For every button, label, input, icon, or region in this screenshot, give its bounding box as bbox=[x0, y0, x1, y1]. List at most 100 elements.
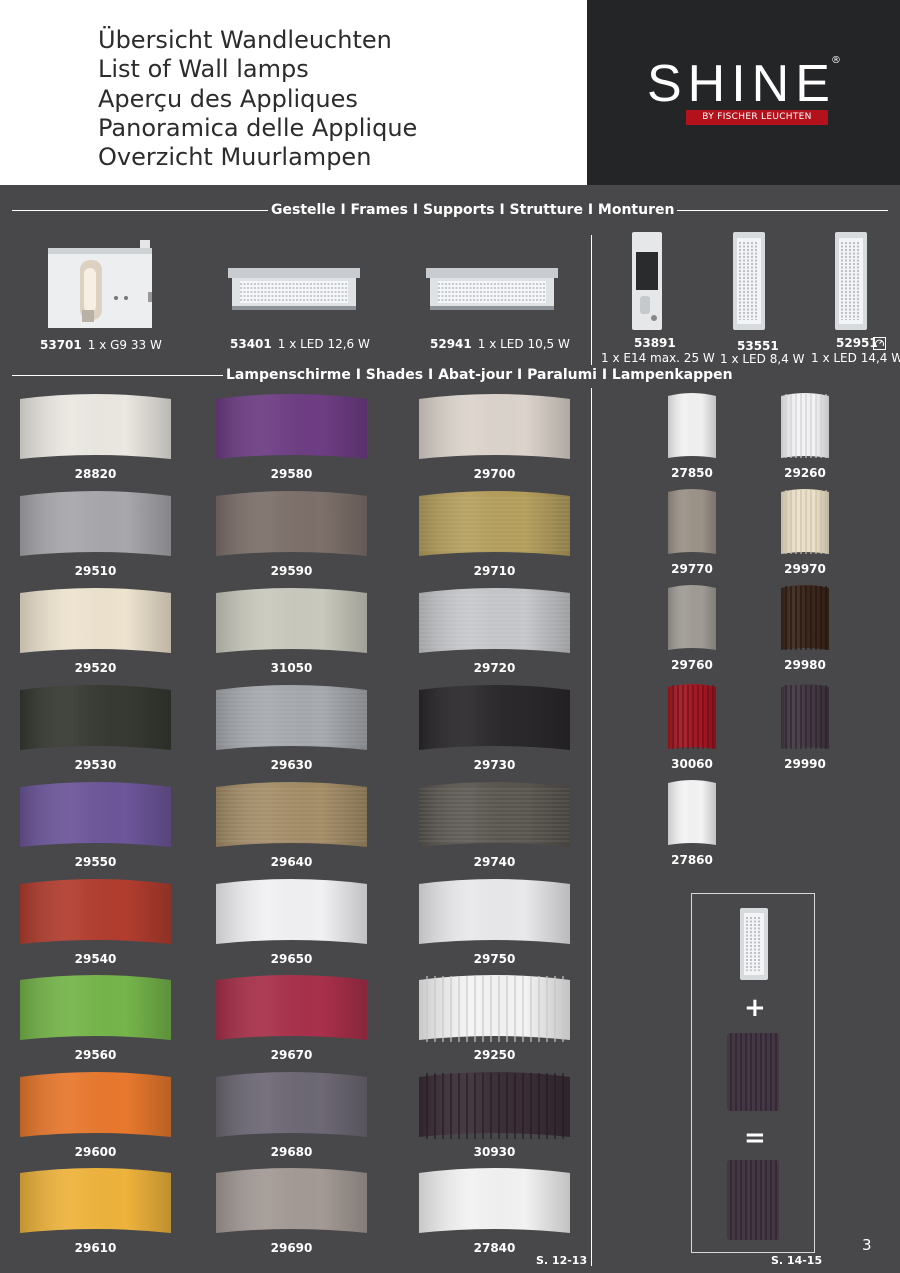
combo-shade-image bbox=[727, 1033, 779, 1111]
shade-code: 29720 bbox=[473, 661, 516, 675]
logo-wordmark: SHINE bbox=[647, 55, 836, 113]
shade-code: 27850 bbox=[671, 466, 713, 480]
shades-heading: Lampenschirme I Shades I Abat-jour I Par… bbox=[12, 366, 888, 384]
shade-29580-image bbox=[216, 394, 367, 459]
shade-29560-image bbox=[20, 975, 171, 1040]
shade-27860-image bbox=[668, 780, 716, 845]
shade-29670-image bbox=[216, 975, 367, 1040]
shade-code: 29520 bbox=[74, 661, 117, 675]
frame-53891-image bbox=[632, 232, 662, 330]
page-ref-right: S. 14-15 bbox=[771, 1254, 823, 1267]
shade-code: 29730 bbox=[473, 758, 516, 772]
shade-29640-image bbox=[216, 782, 367, 847]
frame-code-52951: 52951 bbox=[836, 336, 878, 350]
shade-29710-image bbox=[419, 491, 570, 556]
shade-29600-image bbox=[20, 1072, 171, 1137]
shade-code: 27860 bbox=[671, 853, 713, 867]
page-titles: Übersicht Wandleuchten List of Wall lamp… bbox=[98, 26, 417, 172]
shade-code: 30060 bbox=[671, 757, 713, 771]
shades-heading-text: Lampenschirme I Shades I Abat-jour I Par… bbox=[223, 366, 736, 384]
frame-code-53891: 53891 bbox=[634, 336, 676, 350]
frame-code-53551: 53551 bbox=[737, 339, 779, 353]
shade-29970-image bbox=[781, 489, 829, 554]
shade-29750-image bbox=[419, 879, 570, 944]
frame-spec: 1 x G9 33 W bbox=[87, 338, 162, 352]
shade-29730-image bbox=[419, 685, 570, 750]
frame-code: 53401 bbox=[230, 337, 272, 351]
shade-code: 29750 bbox=[473, 952, 516, 966]
shade-29590-image bbox=[216, 491, 367, 556]
shade-29530-image bbox=[20, 685, 171, 750]
frames-heading-text: Gestelle I Frames I Supports I Strutture… bbox=[268, 201, 678, 219]
frame-53701-image bbox=[48, 240, 152, 328]
shade-29630-image bbox=[216, 685, 367, 750]
shade-28820-image bbox=[20, 394, 171, 459]
shade-code: 29680 bbox=[270, 1145, 313, 1159]
shades-divider bbox=[591, 388, 592, 1266]
frame-52941-image bbox=[426, 268, 558, 310]
dimmer-icon bbox=[873, 337, 886, 350]
shade-code: 31050 bbox=[270, 661, 313, 675]
frame-spec-53891: 1 x E14 max. 25 W bbox=[601, 351, 715, 365]
title-it: Panoramica delle Applique bbox=[98, 113, 418, 142]
shade-code: 29740 bbox=[473, 855, 516, 869]
shade-31050-image bbox=[216, 588, 367, 653]
shade-29550-image bbox=[20, 782, 171, 847]
combo-frame-image bbox=[740, 908, 768, 980]
shade-code: 27840 bbox=[473, 1241, 516, 1255]
shade-29700-image bbox=[419, 394, 570, 459]
shade-29980-image bbox=[781, 585, 829, 650]
frame-label-53401: 53401 1 x LED 12,6 W bbox=[230, 337, 370, 351]
shade-code: 29560 bbox=[74, 1048, 117, 1062]
shade-30060-image bbox=[668, 684, 716, 749]
frame-label-53701: 53701 1 x G9 33 W bbox=[40, 338, 162, 352]
frame-code: 53701 bbox=[40, 338, 82, 352]
shade-29650-image bbox=[216, 879, 367, 944]
shade-29690-image bbox=[216, 1168, 367, 1233]
shade-29760-image bbox=[668, 585, 716, 650]
registered-mark: ® bbox=[831, 55, 841, 66]
shade-29540-image bbox=[20, 879, 171, 944]
logo-tagline: BY FISCHER LEUCHTEN bbox=[686, 110, 828, 125]
shade-code: 30930 bbox=[473, 1145, 516, 1159]
shade-code: 29530 bbox=[74, 758, 117, 772]
shade-code: 29640 bbox=[270, 855, 313, 869]
frame-code: 52941 bbox=[430, 337, 472, 351]
shade-code: 29540 bbox=[74, 952, 117, 966]
shade-code: 29700 bbox=[473, 467, 516, 481]
frame-53401-image bbox=[228, 268, 360, 310]
shade-27840-image bbox=[419, 1168, 570, 1233]
frames-divider bbox=[591, 235, 592, 365]
shade-code: 29670 bbox=[270, 1048, 313, 1062]
shade-29250-image bbox=[419, 975, 570, 1042]
shade-code: 29650 bbox=[270, 952, 313, 966]
frame-53551-image bbox=[733, 232, 765, 330]
combo-result-image bbox=[727, 1160, 779, 1240]
frame-spec: 1 x LED 10,5 W bbox=[477, 337, 570, 351]
title-nl: Overzicht Muurlampen bbox=[98, 143, 372, 172]
shade-code: 28820 bbox=[74, 467, 117, 481]
title-fr: Aperçu des Appliques bbox=[98, 84, 358, 113]
shade-code: 29770 bbox=[671, 562, 713, 576]
title-de: Übersicht Wandleuchten bbox=[98, 26, 392, 54]
equals-sign: = bbox=[744, 1123, 766, 1153]
shade-code: 29260 bbox=[784, 466, 826, 480]
shade-29680-image bbox=[216, 1072, 367, 1137]
plus-sign: + bbox=[744, 993, 766, 1023]
shade-code: 29980 bbox=[784, 658, 826, 672]
shine-logo: SHINE ® BY FISCHER LEUCHTEN bbox=[647, 55, 841, 130]
shade-29720-image bbox=[419, 588, 570, 653]
shade-29610-image bbox=[20, 1168, 171, 1233]
shade-code: 29590 bbox=[270, 564, 313, 578]
shade-code: 29250 bbox=[473, 1048, 516, 1062]
shade-code: 29990 bbox=[784, 757, 826, 771]
shade-code: 29610 bbox=[74, 1241, 117, 1255]
shade-29770-image bbox=[668, 489, 716, 554]
shade-code: 29510 bbox=[74, 564, 117, 578]
shade-29260-image bbox=[781, 393, 829, 458]
frame-52951-image bbox=[835, 232, 867, 330]
shade-29510-image bbox=[20, 491, 171, 556]
frame-label-52941: 52941 1 x LED 10,5 W bbox=[430, 337, 570, 351]
frame-spec-52951: 1 x LED 14,4 W bbox=[811, 351, 900, 365]
shade-code: 29600 bbox=[74, 1145, 117, 1159]
